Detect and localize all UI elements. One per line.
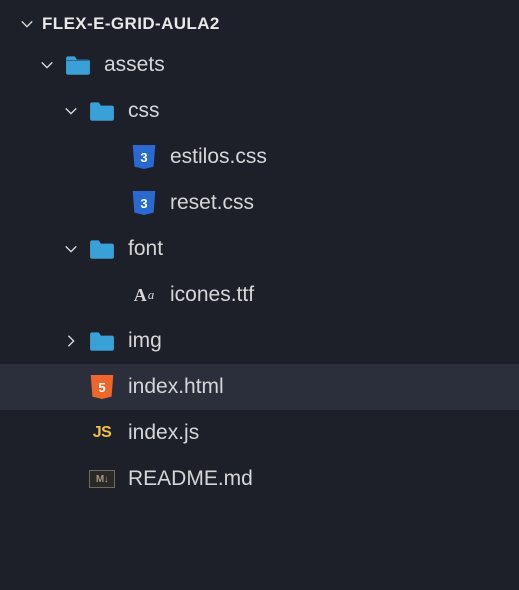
font-file-icon: Aa bbox=[130, 281, 158, 309]
file-icones-ttf[interactable]: Aa icones.ttf bbox=[0, 272, 519, 318]
chevron-down-icon bbox=[38, 58, 56, 72]
file-label: estilos.css bbox=[170, 145, 267, 169]
folder-label: font bbox=[128, 237, 163, 261]
markdown-file-icon: M↓ bbox=[88, 465, 116, 493]
folder-font[interactable]: font bbox=[0, 226, 519, 272]
html-file-icon: 5 bbox=[88, 373, 116, 401]
file-label: icones.ttf bbox=[170, 283, 254, 307]
file-label: index.html bbox=[128, 375, 224, 399]
css-file-icon: 3 bbox=[130, 189, 158, 217]
folder-assets[interactable]: assets bbox=[0, 42, 519, 88]
file-index-html[interactable]: 5 index.html bbox=[0, 364, 519, 410]
chevron-down-icon bbox=[62, 104, 80, 118]
folder-open-icon bbox=[64, 51, 92, 79]
project-name: FLEX-E-GRID-AULA2 bbox=[42, 14, 220, 34]
folder-label: assets bbox=[104, 53, 165, 77]
css-file-icon: 3 bbox=[130, 143, 158, 171]
folder-label: css bbox=[128, 99, 160, 123]
folder-label: img bbox=[128, 329, 162, 353]
chevron-down-icon bbox=[18, 15, 36, 33]
chevron-right-icon bbox=[62, 334, 80, 348]
chevron-down-icon bbox=[62, 242, 80, 256]
file-label: README.md bbox=[128, 467, 253, 491]
file-readme-md[interactable]: M↓ README.md bbox=[0, 456, 519, 502]
file-reset-css[interactable]: 3 reset.css bbox=[0, 180, 519, 226]
file-label: index.js bbox=[128, 421, 199, 445]
file-explorer: FLEX-E-GRID-AULA2 assets css 3 estilos.c… bbox=[0, 0, 519, 502]
folder-open-icon bbox=[88, 97, 116, 125]
folder-icon bbox=[88, 327, 116, 355]
file-label: reset.css bbox=[170, 191, 254, 215]
folder-css[interactable]: css bbox=[0, 88, 519, 134]
file-index-js[interactable]: JS index.js bbox=[0, 410, 519, 456]
folder-img[interactable]: img bbox=[0, 318, 519, 364]
file-estilos-css[interactable]: 3 estilos.css bbox=[0, 134, 519, 180]
js-file-icon: JS bbox=[88, 419, 116, 447]
project-header[interactable]: FLEX-E-GRID-AULA2 bbox=[0, 10, 519, 42]
folder-open-icon bbox=[88, 235, 116, 263]
